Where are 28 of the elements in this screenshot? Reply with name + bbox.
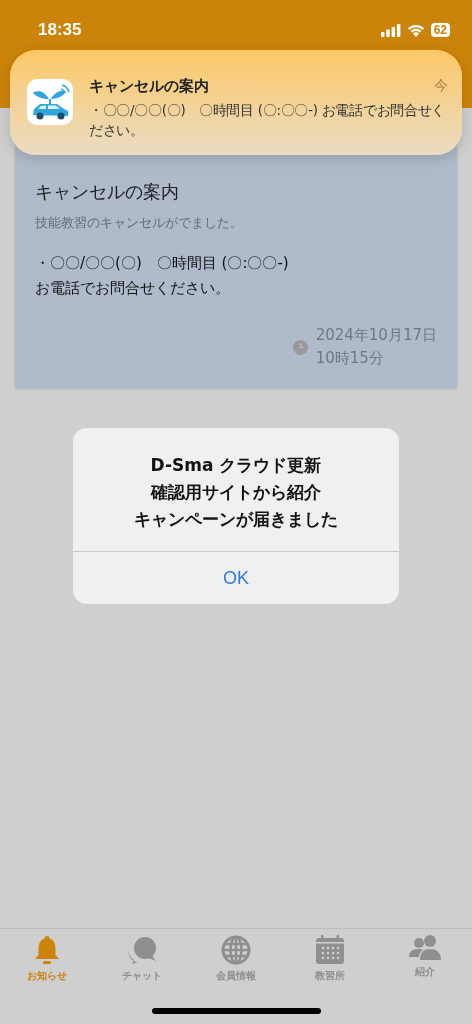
signal-icon: [380, 23, 401, 37]
alert-message: キャンペーンが届きました: [134, 508, 338, 531]
notice-text: ・〇〇/〇〇(〇) 〇時間目 (〇:〇〇-): [35, 254, 290, 273]
tab-item[interactable]: 紹介: [389, 935, 460, 991]
wifi-icon: [406, 23, 425, 37]
tab-item[interactable]: 教習所: [295, 935, 366, 991]
tab-item[interactable]: 会員情報: [200, 935, 271, 991]
notice-title: キャンセルの案内: [35, 180, 180, 204]
status-time: 18:35: [38, 20, 82, 40]
people-icon: [408, 935, 441, 961]
alert-message: D-Sma クラウド更新: [150, 454, 322, 477]
calendar-icon: [315, 935, 346, 965]
bell-icon: [33, 935, 62, 965]
notice-text: お電話でお問合せください。: [35, 279, 231, 298]
notice-subtitle: 技能教習のキャンセルがでました。: [35, 214, 244, 232]
clock-icon: [292, 339, 308, 355]
globe-icon: [220, 935, 251, 965]
ok-button[interactable]: OK: [73, 552, 399, 604]
car-app-icon: [27, 79, 73, 125]
notification-toast[interactable]: キャンセルの案内 今 ・〇〇/〇〇(〇) 〇時間目 (〇:〇〇-) お電話でお問合せください。: [10, 50, 462, 155]
tab-item[interactable]: お知らせ: [12, 935, 83, 991]
notification-time: 今: [434, 77, 448, 95]
battery-indicator: 62: [430, 23, 450, 37]
alert-message: 確認用サイトから紹介: [151, 481, 321, 504]
tab-item[interactable]: チャット: [106, 935, 177, 991]
notification-title: キャンセルの案内: [89, 77, 209, 96]
notice-date: 10時15分: [315, 349, 385, 368]
notice-date: 2024年10月17日: [315, 326, 437, 345]
